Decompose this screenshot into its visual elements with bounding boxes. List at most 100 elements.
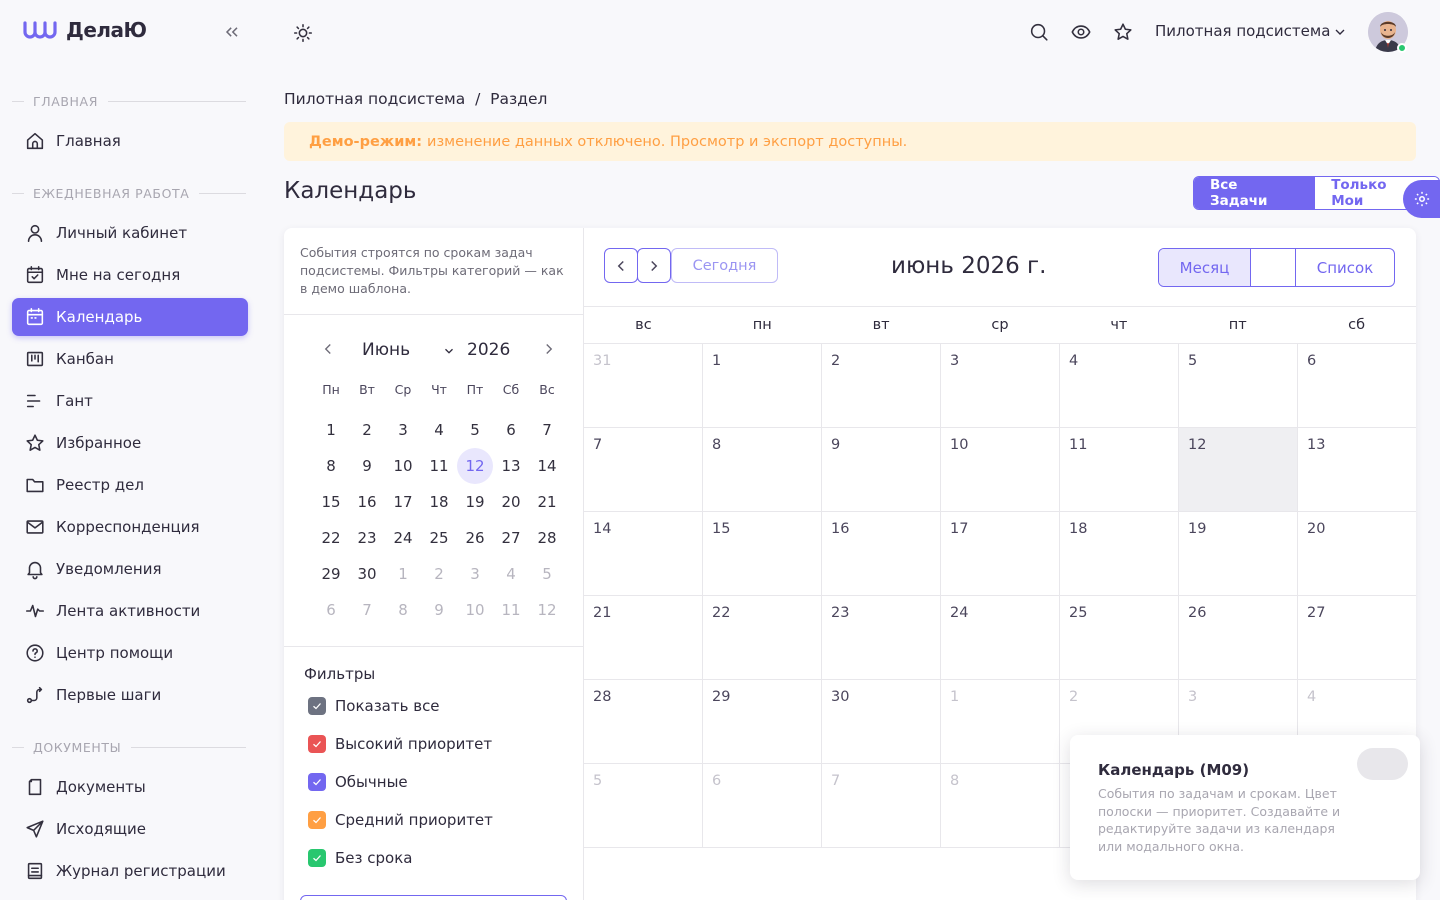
mini-day[interactable]: 9 bbox=[421, 592, 457, 628]
eye-icon[interactable] bbox=[1070, 21, 1092, 43]
mini-day[interactable]: 13 bbox=[493, 448, 529, 484]
filter-checkbox-item[interactable]: Показать все bbox=[308, 697, 440, 715]
view-week-button[interactable] bbox=[1251, 249, 1296, 286]
mini-day[interactable]: 27 bbox=[493, 520, 529, 556]
calendar-day[interactable]: 21 bbox=[584, 596, 703, 679]
sidebar-item-outgoing[interactable]: Исходящие bbox=[12, 810, 248, 848]
star-outline-icon[interactable] bbox=[1112, 21, 1134, 43]
calendar-day[interactable]: 14 bbox=[584, 512, 703, 595]
filter-checkbox-item[interactable]: Обычные bbox=[308, 773, 408, 791]
checkbox-checked-icon[interactable] bbox=[308, 849, 326, 867]
calendar-day[interactable]: 7 bbox=[822, 764, 941, 847]
search-icon[interactable] bbox=[1028, 21, 1050, 43]
calendar-day-today[interactable]: 12 bbox=[1179, 428, 1298, 511]
settings-gear-icon[interactable] bbox=[1403, 180, 1440, 218]
calendar-day[interactable]: 27 bbox=[1298, 596, 1416, 679]
checkbox-checked-icon[interactable] bbox=[308, 773, 326, 791]
mini-day[interactable]: 24 bbox=[385, 520, 421, 556]
today-button[interactable]: Сегодня bbox=[671, 248, 778, 283]
mini-day[interactable]: 6 bbox=[313, 592, 349, 628]
mini-day[interactable]: 16 bbox=[349, 484, 385, 520]
mini-day[interactable]: 2 bbox=[421, 556, 457, 592]
checkbox-checked-icon[interactable] bbox=[308, 697, 326, 715]
mini-day[interactable]: 3 bbox=[385, 412, 421, 448]
org-switcher[interactable]: Пилотная подсистема bbox=[1155, 22, 1330, 40]
checkbox-checked-icon[interactable] bbox=[308, 811, 326, 829]
mini-day[interactable]: 19 bbox=[457, 484, 493, 520]
all-tasks-button[interactable]: Все Задачи bbox=[1194, 177, 1316, 209]
sidebar-item-calendar[interactable]: Календарь bbox=[12, 298, 248, 336]
view-month-button[interactable]: Месяц bbox=[1159, 249, 1251, 286]
mini-day[interactable]: 5 bbox=[457, 412, 493, 448]
chevron-down-icon[interactable] bbox=[1332, 24, 1348, 40]
mini-day[interactable]: 9 bbox=[349, 448, 385, 484]
mini-day[interactable]: 22 bbox=[313, 520, 349, 556]
mini-day[interactable]: 21 bbox=[529, 484, 565, 520]
calendar-day[interactable]: 23 bbox=[822, 596, 941, 679]
mini-year-select[interactable]: 2026 bbox=[467, 340, 510, 360]
sidebar-item-kanban[interactable]: Канбан bbox=[12, 340, 248, 378]
calendar-day[interactable]: 10 bbox=[941, 428, 1060, 511]
calendar-day[interactable]: 29 bbox=[703, 680, 822, 763]
filter-checkbox-item[interactable]: Высокий приоритет bbox=[308, 735, 492, 753]
mini-day[interactable]: 7 bbox=[349, 592, 385, 628]
mini-day[interactable]: 12 bbox=[529, 592, 565, 628]
sidebar-item-correspondence[interactable]: Корреспонденция bbox=[12, 508, 248, 546]
sidebar-item-journal[interactable]: Журнал регистрации bbox=[12, 852, 248, 890]
calendar-day[interactable]: 2 bbox=[822, 344, 941, 427]
sidebar-item-registry[interactable]: Реестр дел bbox=[12, 466, 248, 504]
calendar-day[interactable]: 18 bbox=[1060, 512, 1179, 595]
mini-day[interactable]: 4 bbox=[421, 412, 457, 448]
mini-day[interactable]: 14 bbox=[529, 448, 565, 484]
sidebar-item-activity[interactable]: Лента активности bbox=[12, 592, 248, 630]
mini-day[interactable]: 11 bbox=[493, 592, 529, 628]
mini-day[interactable]: 26 bbox=[457, 520, 493, 556]
calendar-day[interactable]: 3 bbox=[941, 344, 1060, 427]
calendar-day[interactable]: 6 bbox=[703, 764, 822, 847]
calendar-day[interactable]: 11 bbox=[1060, 428, 1179, 511]
sidebar-item-favorites[interactable]: Избранное bbox=[12, 424, 248, 462]
popover-toggle[interactable] bbox=[1357, 748, 1408, 780]
checkbox-checked-icon[interactable] bbox=[308, 735, 326, 753]
mini-day[interactable]: 15 bbox=[313, 484, 349, 520]
calendar-day[interactable]: 8 bbox=[941, 764, 1060, 847]
mini-day[interactable]: 30 bbox=[349, 556, 385, 592]
calendar-day[interactable]: 4 bbox=[1060, 344, 1179, 427]
collapse-sidebar-icon[interactable] bbox=[222, 22, 242, 42]
calendar-day[interactable]: 6 bbox=[1298, 344, 1416, 427]
mini-day[interactable]: 17 bbox=[385, 484, 421, 520]
mini-day[interactable]: 23 bbox=[349, 520, 385, 556]
view-list-button[interactable]: Список bbox=[1296, 249, 1394, 286]
prev-month-button[interactable] bbox=[604, 248, 638, 283]
calendar-day[interactable]: 5 bbox=[584, 764, 703, 847]
app-logo[interactable]: ДелаЮ bbox=[22, 18, 147, 42]
sidebar-item-profile[interactable]: Личный кабинет bbox=[12, 214, 248, 252]
mini-day[interactable]: 4 bbox=[493, 556, 529, 592]
calendar-day[interactable]: 7 bbox=[584, 428, 703, 511]
mini-prev-month-icon[interactable] bbox=[319, 340, 337, 358]
calendar-day[interactable]: 22 bbox=[703, 596, 822, 679]
calendar-day[interactable]: 28 bbox=[584, 680, 703, 763]
mini-day[interactable]: 10 bbox=[385, 448, 421, 484]
mini-day[interactable]: 20 bbox=[493, 484, 529, 520]
calendar-day[interactable]: 25 bbox=[1060, 596, 1179, 679]
mini-day[interactable]: 8 bbox=[313, 448, 349, 484]
mini-day[interactable]: 28 bbox=[529, 520, 565, 556]
theme-toggle-sun-icon[interactable] bbox=[292, 22, 314, 44]
mini-day[interactable]: 11 bbox=[421, 448, 457, 484]
mini-day[interactable]: 5 bbox=[529, 556, 565, 592]
calendar-day[interactable]: 8 bbox=[703, 428, 822, 511]
calendar-day[interactable]: 1 bbox=[703, 344, 822, 427]
mini-day[interactable]: 2 bbox=[349, 412, 385, 448]
mini-day[interactable]: 3 bbox=[457, 556, 493, 592]
mini-month-select[interactable]: Июнь bbox=[362, 340, 410, 360]
sidebar-item-documents[interactable]: Документы bbox=[12, 768, 248, 806]
mini-day[interactable]: 1 bbox=[385, 556, 421, 592]
next-month-button[interactable] bbox=[637, 248, 671, 283]
sidebar-item-home[interactable]: Главная bbox=[12, 122, 248, 160]
calendar-day[interactable]: 20 bbox=[1298, 512, 1416, 595]
calendar-day[interactable]: 9 bbox=[822, 428, 941, 511]
mini-day[interactable]: 10 bbox=[457, 592, 493, 628]
calendar-day[interactable]: 1 bbox=[941, 680, 1060, 763]
mini-day[interactable]: 29 bbox=[313, 556, 349, 592]
